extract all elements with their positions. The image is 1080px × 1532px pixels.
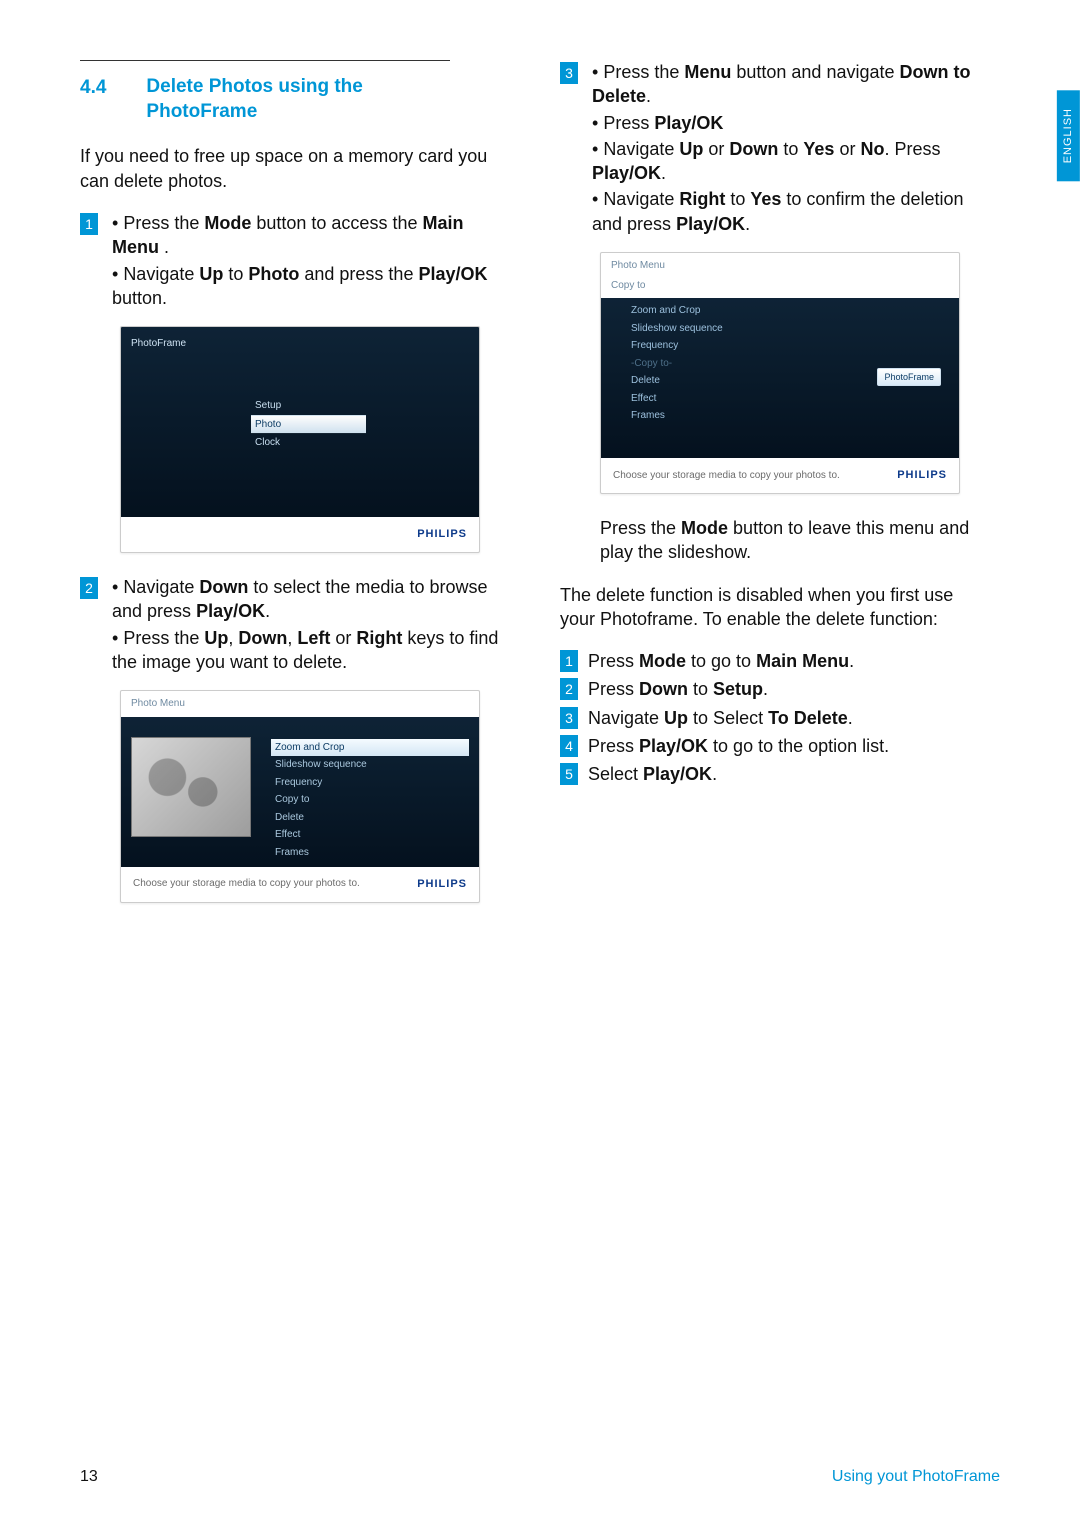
screenshot-main-menu: PhotoFrame Setup Photo Clock PHILIPS — [120, 326, 480, 553]
shot3-caption: Choose your storage media to copy your p… — [613, 469, 840, 483]
shot2-item-effect: Effect — [271, 826, 469, 844]
section-title-line2: PhotoFrame — [146, 101, 257, 122]
shot3-item-slideshow: Slideshow sequence — [631, 320, 959, 338]
language-tab: ENGLISH — [1057, 90, 1080, 181]
step-3: 3 Press the Menu button and navigate Dow… — [560, 60, 990, 238]
shot2-header: Photo Menu — [121, 691, 479, 717]
shot3-brand: PHILIPS — [897, 468, 947, 483]
enable-step-2: 2 Press Down to Setup. — [560, 677, 990, 701]
section-number: 4.4 — [80, 75, 106, 124]
section-heading: 4.4 Delete Photos using the PhotoFrame — [80, 75, 510, 124]
enable-step-4: 4 Press Play/OK to go to the option list… — [560, 734, 990, 758]
screenshot-photo-menu-copy: Photo Menu Copy to Zoom and Crop Slidesh… — [600, 252, 960, 494]
shot2-item-copy: Copy to — [271, 791, 469, 809]
step-badge-3: 3 — [560, 62, 578, 84]
shot3-header: Photo Menu — [601, 253, 959, 279]
enable-intro: The delete function is disabled when you… — [560, 583, 990, 632]
step1-bullet1: Press the Mode button to access the Main… — [112, 211, 510, 260]
step2-bullet2: Press the Up, Down, Left or Right keys t… — [112, 626, 510, 675]
intro-paragraph: If you need to free up space on a memory… — [80, 144, 510, 193]
enable-step-1: 1 Press Mode to go to Main Menu. — [560, 649, 990, 673]
section-rule — [80, 60, 450, 61]
step-2: 2 Navigate Down to select the media to b… — [80, 575, 510, 676]
shot1-item-setup: Setup — [251, 397, 366, 415]
shot2-item-slideshow: Slideshow sequence — [271, 756, 469, 774]
right-column: 3 Press the Menu button and navigate Dow… — [560, 60, 990, 925]
shot3-pill: PhotoFrame — [877, 368, 941, 386]
section-title-line1: Delete Photos using the — [146, 76, 362, 97]
enable-badge-3: 3 — [560, 707, 578, 729]
shot3-item-effect: Effect — [631, 390, 959, 408]
after-step3-paragraph: Press the Mode button to leave this menu… — [600, 516, 990, 565]
step3-bullet3: Navigate Up or Down to Yes or No. Press … — [592, 137, 990, 186]
shot3-subheader: Copy to — [601, 279, 959, 299]
enable-badge-2: 2 — [560, 678, 578, 700]
shot2-item-zoom: Zoom and Crop — [271, 739, 469, 757]
step3-bullet2: Press Play/OK — [592, 111, 990, 135]
shot2-menu: Zoom and Crop Slideshow sequence Frequen… — [261, 717, 479, 867]
step-badge-2: 2 — [80, 577, 98, 599]
shot2-thumbnail — [131, 737, 251, 837]
shot1-menu: Setup Photo Clock — [251, 397, 366, 452]
page-footer: 13 Using yout PhotoFrame — [80, 1466, 1000, 1488]
shot1-item-clock: Clock — [251, 433, 366, 452]
enable-badge-4: 4 — [560, 735, 578, 757]
section-title: Delete Photos using the PhotoFrame — [146, 75, 362, 124]
enable-step-5: 5 Select Play/OK. — [560, 762, 990, 786]
step3-bullet4: Navigate Right to Yes to confirm the del… — [592, 187, 990, 236]
step-badge-1: 1 — [80, 213, 98, 235]
enable-badge-5: 5 — [560, 763, 578, 785]
page-number: 13 — [80, 1466, 98, 1488]
shot2-item-frequency: Frequency — [271, 774, 469, 792]
left-column: 4.4 Delete Photos using the PhotoFrame I… — [80, 60, 510, 925]
enable-badge-1: 1 — [560, 650, 578, 672]
step3-bullet1: Press the Menu button and navigate Down … — [592, 60, 990, 109]
shot3-item-frequency: Frequency — [631, 337, 959, 355]
shot1-item-photo: Photo — [251, 415, 366, 434]
shot1-brand: PHILIPS — [417, 527, 467, 542]
shot3-item-zoom: Zoom and Crop — [631, 302, 959, 320]
step1-bullet2: Navigate Up to Photo and press the Play/… — [112, 262, 510, 311]
shot2-item-delete: Delete — [271, 809, 469, 827]
shot3-menu: Zoom and Crop Slideshow sequence Frequen… — [601, 298, 959, 435]
shot1-label: PhotoFrame — [131, 337, 186, 351]
shot2-caption: Choose your storage media to copy your p… — [133, 877, 360, 891]
footer-title: Using yout PhotoFrame — [832, 1466, 1000, 1488]
screenshot-photo-menu-thumb: Photo Menu Zoom and Crop Slideshow seque… — [120, 690, 480, 902]
enable-steps: 1 Press Mode to go to Main Menu. 2 Press… — [560, 649, 990, 786]
shot2-item-frames: Frames — [271, 844, 469, 862]
enable-step-3: 3 Navigate Up to Select To Delete. — [560, 706, 990, 730]
step-1: 1 Press the Mode button to access the Ma… — [80, 211, 510, 312]
step2-bullet1: Navigate Down to select the media to bro… — [112, 575, 510, 624]
shot2-brand: PHILIPS — [417, 877, 467, 892]
shot3-item-frames: Frames — [631, 407, 959, 425]
